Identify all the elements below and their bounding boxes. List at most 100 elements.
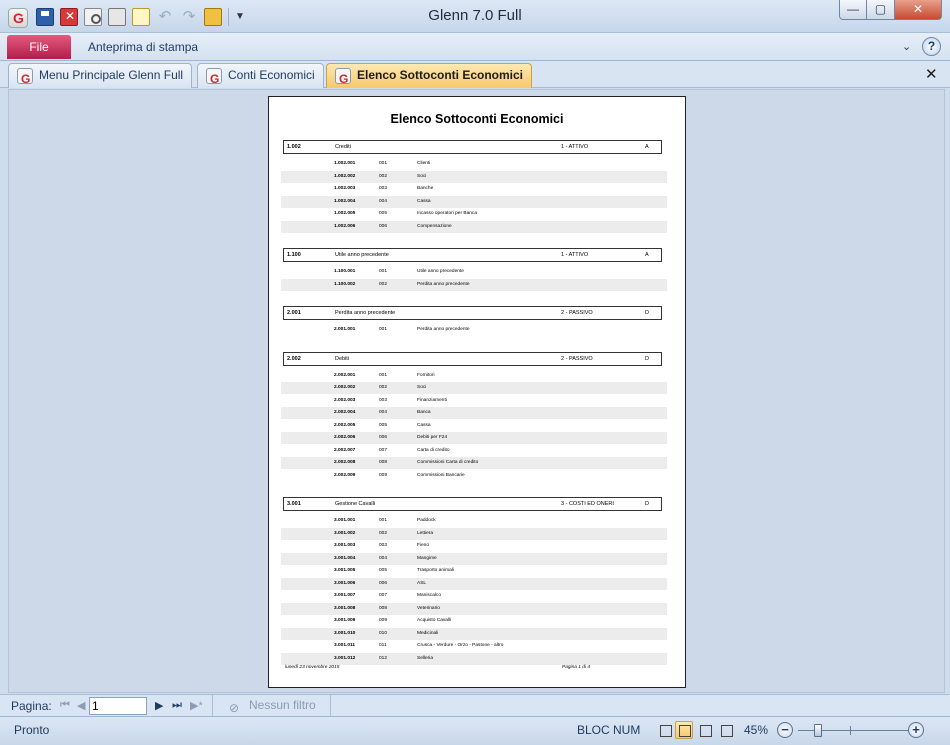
filter-status[interactable]: ⊘ Nessun filtro [212,695,331,717]
table-row: 2.002.005 005 Cassa [281,420,667,432]
report-footer-page: Pagina 1 di 4 [562,665,591,670]
new-record-icon[interactable]: ▶* [190,699,203,712]
subaccount-code: 002 [379,173,388,179]
minimize-button[interactable]: — [839,0,867,20]
subaccount-code: 002 [379,530,388,536]
account-description: Utile anno precedente [417,269,464,274]
subaccount-code: 002 [379,385,388,390]
close-preview-icon[interactable] [60,8,78,26]
first-page-icon[interactable]: ⏮ [60,699,70,712]
group-code: 2.001 [287,310,301,316]
account-description: Commissioni Carta di credito [417,460,479,465]
design-view-icon[interactable] [717,721,735,739]
subaccount-code: 003 [379,543,388,548]
print-preview-icon[interactable] [84,8,102,26]
print-preview-area[interactable]: Elenco Sottoconti Economici 1.002 Crediti… [8,89,945,693]
account-description: Trasporto animali [417,568,454,573]
table-row: 2.002.006 006 Debiti per F24 [281,432,667,444]
group-code: 1.100 [287,252,301,258]
tab-conti-economici[interactable]: Conti Economici [197,63,324,91]
previous-page-icon[interactable]: ◀ [77,699,85,712]
next-page-icon[interactable]: ▶ [155,699,163,712]
zoom-out-icon[interactable]: − [777,722,793,738]
account-code: 1.002.003 [334,186,356,191]
close-button[interactable]: ✕ [895,0,942,20]
table-row: 2.002.002 002 Soci [281,382,667,394]
account-code: 1.002.004 [334,198,356,204]
app-logo-icon [17,68,33,91]
group-header: 3.001 Gestione Cavalli 3 - COSTI ED ONERI D [283,497,662,511]
print-preview-view-icon[interactable] [675,721,693,739]
account-description: Soci [417,173,427,179]
group-code: 2.002 [287,355,301,362]
account-description: Incasso operatori per Banca [417,211,477,216]
redo-icon[interactable]: ↷ [180,8,198,26]
undo-icon[interactable]: ↶ [156,8,174,26]
tab-label: Conti Economici [228,68,315,82]
report-footer-date: lunedì 23 novembre 2015 [285,665,340,670]
window-controls: — ▢ ✕ [839,0,942,20]
subaccount-code: 001 [379,161,388,166]
account-description: Mangime [417,555,437,561]
app-logo-icon[interactable] [8,8,28,28]
subaccount-code: 009 [379,618,388,623]
ribbon-collapse-icon[interactable]: ⌄ [902,40,911,53]
customize-toolbar-dropdown-icon[interactable]: ▼ [235,8,245,26]
status-text: Pronto [14,723,50,737]
table-row: 1.100.001 001 Utile anno precedente [281,266,667,278]
account-code: 3.001.004 [334,555,356,561]
zoom-percentage[interactable]: 45% [744,723,768,737]
account-code: 1.100.002 [334,281,356,287]
help-icon[interactable]: ? [922,37,941,56]
account-description: Banca [417,410,431,415]
layout-view-icon[interactable] [696,721,714,739]
customize-icon[interactable] [204,8,222,26]
tab-elenco-sottoconti[interactable]: Elenco Sottoconti Economici [326,63,533,91]
zoom-in-icon[interactable]: + [908,722,924,738]
account-code: 2.002.006 [334,435,356,440]
group-code: 3.001 [287,501,301,507]
group-header: 2.001 Perdita anno precedente 2 - PASSIVO D [283,306,662,320]
file-button[interactable]: File [7,35,71,59]
account-description: Debiti per F24 [417,435,448,440]
account-description: Compensazione [417,223,452,229]
table-row: 3.001.009 009 Acquisto Cavalli [281,615,667,627]
export-icon[interactable] [132,8,150,26]
table-row: 2.002.003 003 Finanziamenti [281,395,667,407]
account-description: Maniscalco [417,593,441,598]
tab-menu-principale[interactable]: Menu Principale Glenn Full [8,63,193,91]
account-description: Perdita anno precedente [417,327,470,332]
table-row: 3.001.010 010 Medicinali [281,627,667,640]
print-icon[interactable] [108,8,126,26]
account-description: Carta di credito [417,447,450,453]
table-row: 2.002.007 007 Carta di credito [281,445,667,457]
zoom-slider-thumb[interactable] [814,724,823,737]
toolbar-separator [228,8,229,26]
save-icon[interactable] [36,8,54,26]
table-row: 3.001.004 004 Mangime [281,552,667,565]
filter-icon: ⊘ [229,701,240,715]
maximize-button[interactable]: ▢ [867,0,895,20]
page-number-input[interactable] [89,697,147,715]
subaccount-code: 007 [379,447,388,453]
account-description: Fieno [417,543,429,548]
report-view-icon[interactable] [656,721,674,739]
subaccount-code: 007 [379,593,388,598]
account-code: 2.002.009 [334,472,356,478]
last-page-icon[interactable]: ⏭ [172,699,182,712]
subaccount-code: 004 [379,555,388,561]
tab-print-preview[interactable]: Anteprima di stampa [88,40,198,54]
account-description: Selleria [417,655,433,661]
title-bar: ↶ ↷ ▼ Glenn 7.0 Full — ▢ ✕ [0,0,950,33]
quick-access-toolbar: ↶ ↷ ▼ [36,8,245,26]
account-code: 2.002.004 [334,410,356,415]
account-description: Veterinario [417,605,440,611]
account-code: 3.001.003 [334,543,356,548]
tab-label: Menu Principale Glenn Full [39,68,184,82]
subaccount-code: 010 [379,630,388,636]
close-tab-icon[interactable]: ✕ [925,65,938,83]
account-code: 2.001.001 [334,327,356,332]
table-row: 1.002.002 002 Soci [281,170,667,183]
group-header: 1.002 Crediti 1 - ATTIVO A [283,140,662,154]
account-code: 1.002.002 [334,173,356,179]
